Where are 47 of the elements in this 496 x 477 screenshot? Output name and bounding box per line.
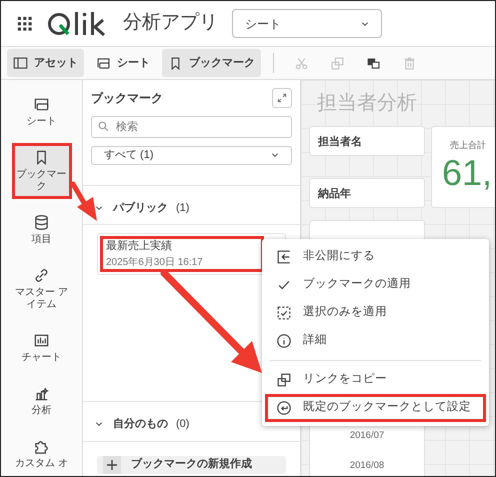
sidebar-item[interactable]: 項目 (12, 208, 72, 252)
puzzle-icon (33, 438, 50, 455)
sidebar-item[interactable]: シート (12, 90, 72, 134)
sheet-title: 担当者分析 (316, 91, 418, 116)
bar-chart-icon (33, 332, 50, 349)
toolbar-button[interactable]: ブックマーク (162, 49, 261, 77)
bookmark-name: 最新売上実績 (106, 238, 173, 254)
app-grid-icon[interactable] (17, 16, 33, 32)
sheet-dropdown[interactable]: シート (232, 9, 382, 38)
database-icon (33, 214, 50, 231)
sparkle-chart-icon (33, 385, 50, 402)
date-item[interactable]: 2016/08 (350, 458, 384, 473)
expand-icon (276, 92, 288, 104)
copy-icon (276, 372, 292, 388)
search-field[interactable]: 検索 (91, 116, 292, 138)
sidebar-item[interactable]: マスター アイテム (12, 261, 72, 317)
filter-pane: 担当者名 (309, 126, 425, 156)
toolbar-button[interactable]: アセット (7, 49, 84, 77)
date-item[interactable]: 2016/07 (350, 428, 384, 443)
app-title: 分析アプリ (123, 11, 218, 36)
annotation-arrow (70, 182, 97, 221)
filter-pane: 納品年 (309, 178, 425, 208)
sidebar-item[interactable]: カスタム オ (12, 432, 72, 476)
search-icon (97, 120, 110, 133)
panel-title: ブックマーク (91, 90, 163, 107)
panel-icon (13, 56, 28, 70)
sidebar-item[interactable]: 分析 (12, 379, 72, 423)
bookmark-date: 2025年6月30日 16:17 (106, 256, 204, 270)
menu-item[interactable]: リンクをコピー (262, 366, 489, 394)
sidebar-item[interactable]: チャート (12, 326, 72, 370)
sheet-icon (96, 56, 111, 70)
sidebar-item[interactable]: ブックマーク (12, 143, 72, 199)
create-bookmark-button[interactable]: ブックマークの新規作成 (97, 456, 286, 474)
menu-item[interactable]: 詳細 (262, 327, 489, 355)
sheet-icon (33, 96, 50, 113)
unpublish-icon (276, 249, 292, 265)
toolbar-button[interactable]: シート (90, 49, 156, 77)
plus-icon (106, 458, 118, 470)
filter-dropdown[interactable]: すべて (1) (91, 146, 292, 164)
kpi-label: 売上合計 (449, 139, 487, 152)
overlap-squares-icon[interactable] (366, 56, 380, 70)
info-icon (276, 333, 292, 349)
menu-item[interactable]: 選択のみを適用 (262, 299, 489, 327)
chain-link-icon (33, 267, 50, 284)
dashed-check-icon (276, 305, 292, 321)
kpi-value: 61, (442, 152, 492, 192)
expand-button[interactable] (272, 88, 292, 108)
